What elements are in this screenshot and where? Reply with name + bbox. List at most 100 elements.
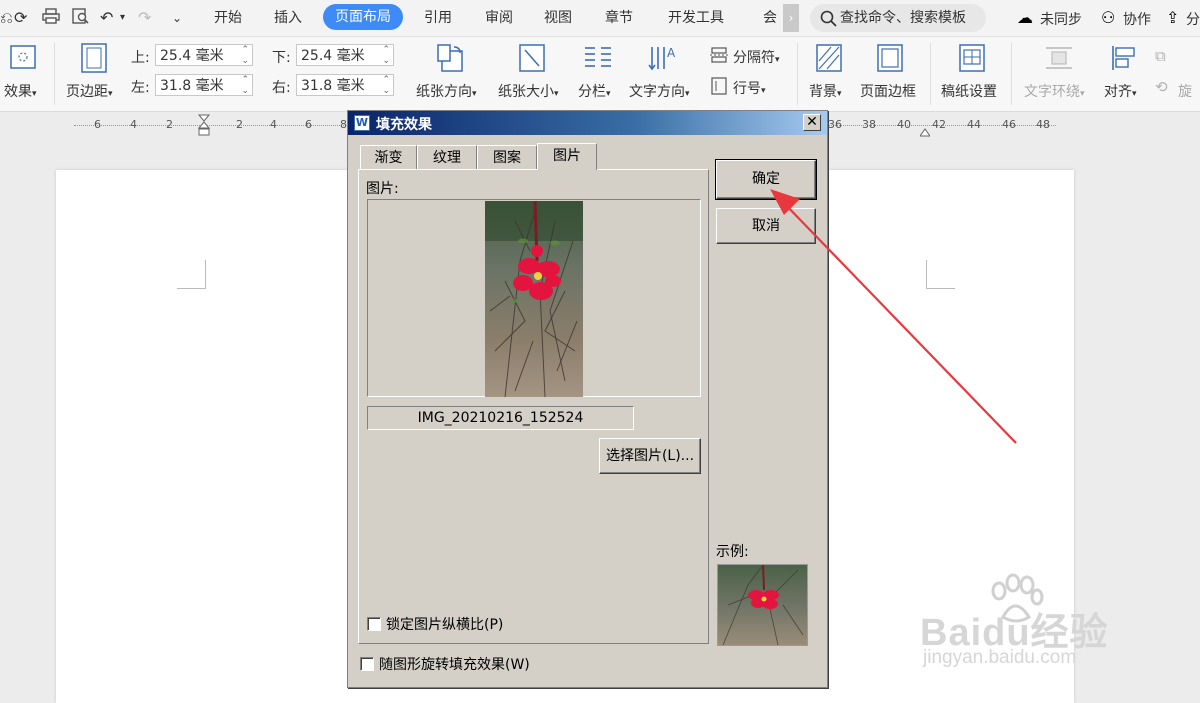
tab-texture[interactable]: 纹理: [417, 145, 477, 169]
tab-member[interactable]: 会: [763, 0, 777, 36]
line-number-icon[interactable]: [710, 77, 730, 99]
sample-label: 示例:: [716, 544, 749, 560]
grid-paper-icon[interactable]: [958, 43, 986, 77]
rotate-with-shape-label[interactable]: 随图形旋转填充效果(W): [379, 654, 530, 674]
picture-label: 图片:: [366, 181, 399, 197]
tab-page-layout[interactable]: 页面布局: [323, 4, 403, 30]
tab-review[interactable]: 审阅: [485, 0, 513, 36]
spinner-arrows-icon[interactable]: ⌃ ⌄: [241, 45, 249, 67]
margin-right-input[interactable]: 31.8 毫米 ⌃ ⌄: [296, 74, 394, 96]
margin-corner-mark: [177, 260, 206, 289]
text-direction-icon[interactable]: A: [648, 43, 678, 77]
text-wrap-icon[interactable]: [1044, 45, 1074, 75]
ruler-tick-label: 2: [236, 118, 243, 131]
cloud-sync-icon[interactable]: ☁: [1017, 8, 1033, 27]
tab-gradient[interactable]: 渐变: [360, 145, 417, 169]
align-icon[interactable]: [1110, 45, 1138, 75]
group-icon[interactable]: ⧉: [1155, 47, 1166, 65]
tab-developer[interactable]: 开发工具: [668, 0, 724, 36]
tab-home[interactable]: 开始: [214, 0, 242, 36]
collab-user-icon[interactable]: ⚇: [1101, 8, 1115, 27]
select-picture-button[interactable]: 选择图片(L)...: [599, 438, 701, 474]
line-number-button[interactable]: 行号▾: [733, 78, 766, 98]
spinner-arrows-icon[interactable]: ⌃ ⌄: [241, 75, 249, 97]
paper-orientation-label: 纸张方向: [416, 84, 472, 100]
rotate-with-shape-checkbox[interactable]: [360, 657, 374, 671]
rotate-icon[interactable]: ⟲: [1155, 78, 1168, 96]
page-margin-icon[interactable]: [81, 43, 107, 77]
undo-icon[interactable]: ↶: [100, 8, 113, 27]
page-border-button[interactable]: 页面边框: [860, 81, 916, 101]
align-button[interactable]: 对齐▾: [1104, 81, 1137, 101]
margin-left-input[interactable]: 31.8 毫米 ⌃ ⌄: [155, 74, 253, 96]
spinner-arrows-icon[interactable]: ⌃ ⌄: [382, 75, 390, 97]
text-direction-button[interactable]: 文字方向▾: [629, 81, 690, 101]
print-icon[interactable]: [42, 8, 60, 28]
separator-button[interactable]: 分隔符▾: [733, 47, 780, 67]
spinner-arrows-icon[interactable]: ⌃ ⌄: [382, 45, 390, 67]
ruler-tick-label: 44: [967, 118, 981, 131]
collab-button[interactable]: 协作: [1123, 9, 1151, 29]
tab-picture[interactable]: 图片: [537, 143, 597, 170]
tab-section[interactable]: 章节: [605, 0, 633, 36]
redo-icon[interactable]: ↷: [138, 8, 151, 27]
dialog-title-bar[interactable]: W 填充效果 ✕: [348, 111, 827, 135]
indent-marker-icon[interactable]: [197, 114, 211, 136]
picture-preview-frame: [367, 199, 701, 397]
sample-preview: [717, 564, 808, 646]
columns-button[interactable]: 分栏▾: [578, 81, 611, 101]
tab-pattern[interactable]: 图案: [477, 145, 537, 169]
columns-icon[interactable]: [583, 45, 613, 75]
search-box[interactable]: 查找命令、搜索模板: [810, 4, 986, 32]
page-margin-button[interactable]: 页边距▾: [66, 81, 113, 101]
page-border-icon[interactable]: [876, 43, 904, 77]
redo-format-icon[interactable]: ⟳: [14, 8, 27, 27]
background-button[interactable]: 背景▾: [809, 81, 842, 101]
margin-top-label: 上:: [131, 50, 150, 66]
separator-label: 分隔符: [733, 50, 775, 66]
text-wrap-button[interactable]: 文字环绕▾: [1024, 81, 1085, 101]
paper-size-button[interactable]: 纸张大小▾: [498, 81, 559, 101]
annotation-arrow: [770, 189, 1017, 444]
lock-aspect-ratio-checkbox[interactable]: [367, 617, 381, 631]
margin-left-label: 左:: [131, 80, 150, 96]
print-preview-icon[interactable]: [72, 8, 90, 28]
tab-view[interactable]: 视图: [544, 0, 572, 36]
undo-dropdown-icon[interactable]: ▾: [120, 12, 125, 23]
paper-orientation-icon[interactable]: [436, 43, 466, 77]
grid-paper-button[interactable]: 稿纸设置: [941, 81, 997, 101]
paper-size-label: 纸张大小: [498, 84, 554, 100]
ruler-tick-label: 40: [897, 118, 911, 131]
ruler-tick-label: 38: [862, 118, 876, 131]
search-icon: [820, 4, 838, 41]
picture-file-name: IMG_20210216_152524: [367, 406, 634, 430]
baidu-jingyan-watermark: Baidu经验 jingyan.baidu.com: [920, 573, 1150, 675]
ribbon-divider: [930, 43, 931, 105]
effects-icon[interactable]: [10, 45, 36, 69]
text-wrap-label: 文字环绕: [1024, 84, 1080, 100]
margin-right-label: 右:: [272, 80, 291, 96]
lock-aspect-ratio-label[interactable]: 锁定图片纵横比(P): [386, 614, 503, 634]
paper-orientation-button[interactable]: 纸张方向▾: [416, 81, 477, 101]
customize-toolbar-icon[interactable]: ⌄: [172, 11, 182, 25]
effects-button[interactable]: 效果▾: [4, 81, 37, 101]
ribbon-divider: [54, 43, 55, 105]
margin-top-input[interactable]: 25.4 毫米 ⌃ ⌄: [155, 44, 253, 66]
sync-status[interactable]: 未同步: [1040, 9, 1082, 29]
rotate-button[interactable]: 旋: [1178, 81, 1192, 101]
margin-bottom-input[interactable]: 25.4 毫米 ⌃ ⌄: [296, 44, 394, 66]
page-break-icon[interactable]: [710, 47, 730, 67]
close-icon[interactable]: ✕: [803, 114, 821, 131]
paper-size-icon[interactable]: [518, 43, 546, 77]
tab-references[interactable]: 引用: [424, 0, 452, 36]
share-icon[interactable]: ⇪: [1166, 8, 1179, 27]
ruler-tick-label: 36: [828, 118, 842, 131]
tab-insert[interactable]: 插入: [274, 0, 302, 36]
ribbon-toolbar: 效果▾ 页边距▾ 上: 25.4 毫米 ⌃ ⌄ 左: 31.8 毫米 ⌃ ⌄ 下: 25…: [0, 37, 1200, 112]
svg-text:A: A: [667, 46, 676, 60]
right-indent-marker-icon[interactable]: [919, 122, 931, 137]
format-painter-icon[interactable]: ⎌: [0, 8, 13, 28]
tab-scroll-right-icon[interactable]: ›: [783, 4, 799, 32]
background-icon[interactable]: [815, 43, 843, 77]
share-button[interactable]: 分: [1186, 9, 1200, 29]
